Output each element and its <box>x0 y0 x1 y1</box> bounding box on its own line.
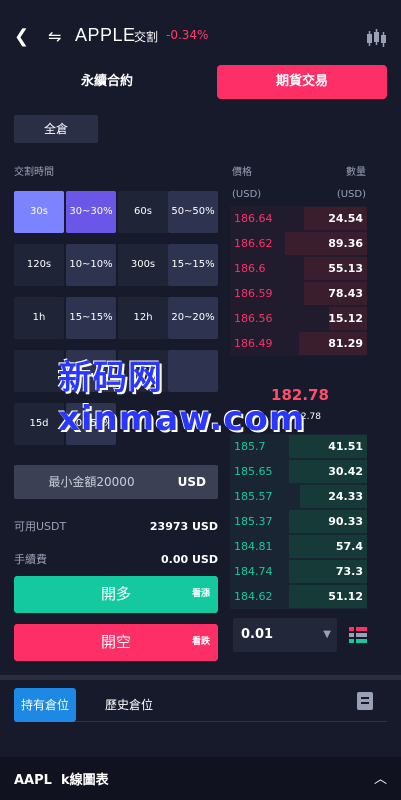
tab-position-history[interactable]: 歷史倉位 <box>92 688 166 722</box>
chevron-left-icon[interactable]: ❮ <box>14 26 34 48</box>
bid-price: 184.62 <box>234 590 273 603</box>
bid-qty: 24.33 <box>328 490 363 503</box>
asks-list: 186.64 24.54 186.62 89.36 186.6 55.13 186.59 78… <box>230 206 370 356</box>
bid-price: 185.57 <box>234 490 273 503</box>
range-option-120s[interactable]: 10~10% <box>66 244 116 286</box>
ob-price-label: 價格 <box>232 167 252 178</box>
time-option-hidden[interactable] <box>14 350 64 392</box>
bid-price: 185.65 <box>234 465 273 478</box>
ask-price: 186.64 <box>234 212 273 225</box>
symbol-title[interactable]: APPLE <box>75 25 136 46</box>
available-balance-row: 可用USDT 23973 USD <box>14 518 218 536</box>
available-value: 23973 USD <box>149 520 218 533</box>
amount-currency: USD <box>177 475 206 489</box>
depth-value: 0.01 <box>241 627 274 642</box>
bid-qty: 30.42 <box>328 465 363 478</box>
ask-row[interactable]: 186.56 15.12 <box>230 306 367 331</box>
margin-mode-button[interactable]: 全倉 <box>14 115 98 143</box>
bid-row[interactable]: 185.37 90.33 <box>230 509 367 534</box>
range-option-30s[interactable]: 30~30% <box>66 191 116 233</box>
ask-qty: 15.12 <box>328 312 363 325</box>
range-option-1h[interactable]: 15~15% <box>66 297 116 339</box>
amount-input[interactable]: 最小金額20000 USD <box>14 465 218 499</box>
section-divider <box>0 675 401 680</box>
open-short-hint: 看跌 <box>191 637 210 647</box>
ask-price: 186.56 <box>234 312 273 325</box>
available-label: 可用USDT <box>14 520 67 533</box>
ob-qty-label: 數量 <box>346 167 366 178</box>
ask-price: 186.59 <box>234 287 273 300</box>
change-percent: -0.34% <box>166 28 209 42</box>
time-option-12h[interactable]: 12h <box>118 297 168 339</box>
ob-price-unit: (USD) <box>232 189 262 200</box>
chevron-up-icon[interactable]: ︿ <box>374 768 387 787</box>
ask-price: 186.6 <box>234 262 266 275</box>
time-option-1h[interactable]: 1h <box>14 297 64 339</box>
document-icon[interactable] <box>357 692 373 710</box>
tab-perpetual[interactable]: 永續合約 <box>14 65 200 99</box>
ask-row[interactable]: 186.62 89.36 <box>230 231 367 256</box>
ask-row[interactable]: 186.64 24.54 <box>230 206 367 231</box>
fee-value: 0.00 USD <box>161 553 218 566</box>
caret-down-icon: ▼ <box>323 629 331 640</box>
ob-qty-unit: (USD) <box>336 189 366 200</box>
bid-row[interactable]: 184.74 73.3 <box>230 559 367 584</box>
open-short-label: 開空 <box>100 633 131 651</box>
bid-qty: 90.33 <box>328 515 363 528</box>
bid-row[interactable]: 184.81 57.4 <box>230 534 367 559</box>
time-option-15d[interactable]: 15d <box>14 403 64 445</box>
trade-type-tabs: 永續合約 期貨交易 <box>14 65 387 99</box>
ask-qty: 55.13 <box>328 262 363 275</box>
amount-placeholder: 最小金額20000 <box>48 475 135 489</box>
bid-row[interactable]: 185.57 24.33 <box>230 484 367 509</box>
tab-futures[interactable]: 期貨交易 <box>217 65 387 99</box>
open-long-hint: 看漲 <box>191 589 210 599</box>
open-long-label: 開多 <box>100 585 131 603</box>
ask-qty: 78.43 <box>328 287 363 300</box>
ask-price: 186.62 <box>234 237 273 250</box>
tab-open-positions[interactable]: 持有倉位 <box>14 688 76 722</box>
fee-label: 手續費 <box>14 553 47 566</box>
range-option-300s[interactable]: 15~15% <box>168 244 218 286</box>
bid-qty: 73.3 <box>335 565 363 578</box>
ask-row[interactable]: 186.59 78.43 <box>230 281 367 306</box>
ask-qty: 24.54 <box>328 212 363 225</box>
time-option-300s[interactable]: 300s <box>118 244 168 286</box>
bid-row[interactable]: 184.62 51.12 <box>230 584 367 609</box>
range-option-12h[interactable]: 20~20% <box>168 297 218 339</box>
candlestick-icon[interactable] <box>364 26 388 50</box>
header-bar: ❮ ⇋ APPLE 交割 -0.34% <box>0 0 401 64</box>
orderbook-layout-icon[interactable] <box>349 627 367 643</box>
delivery-type-label: 交割 <box>134 30 159 44</box>
bid-row[interactable]: 185.65 30.42 <box>230 459 367 484</box>
swap-arrows-icon[interactable]: ⇋ <box>48 26 70 48</box>
holding-tabs: 持有倉位 歷史倉位 <box>14 688 387 722</box>
bids-list: 185.7 41.51 185.65 30.42 185.57 24.33 185.37 90… <box>230 434 370 609</box>
kline-title: AAPL k線圖表 <box>14 773 109 788</box>
delivery-time-label: 交割時間 <box>14 167 54 178</box>
ask-row[interactable]: 186.6 55.13 <box>230 256 367 281</box>
bid-price: 185.37 <box>234 515 273 528</box>
bid-qty: 51.12 <box>328 590 363 603</box>
time-option-30s[interactable]: 30s <box>14 191 64 233</box>
ask-qty: 89.36 <box>328 237 363 250</box>
kline-footer[interactable]: AAPL k線圖表 ︿ <box>0 757 401 800</box>
bid-price: 184.81 <box>234 540 273 553</box>
bid-qty: 57.4 <box>335 540 363 553</box>
open-long-button[interactable]: 開多 看漲 <box>14 576 218 613</box>
depth-select[interactable]: 0.01 ▼ <box>233 618 337 652</box>
range-option-60s[interactable]: 50~50% <box>168 191 218 233</box>
time-option-60s[interactable]: 60s <box>118 191 168 233</box>
time-option-120s[interactable]: 120s <box>14 244 64 286</box>
open-short-button[interactable]: 開空 看跌 <box>14 624 218 661</box>
fee-row: 手續費 0.00 USD <box>14 551 218 569</box>
watermark-logo: 新码网xinmaw.com <box>58 358 306 439</box>
bid-price: 184.74 <box>234 565 273 578</box>
